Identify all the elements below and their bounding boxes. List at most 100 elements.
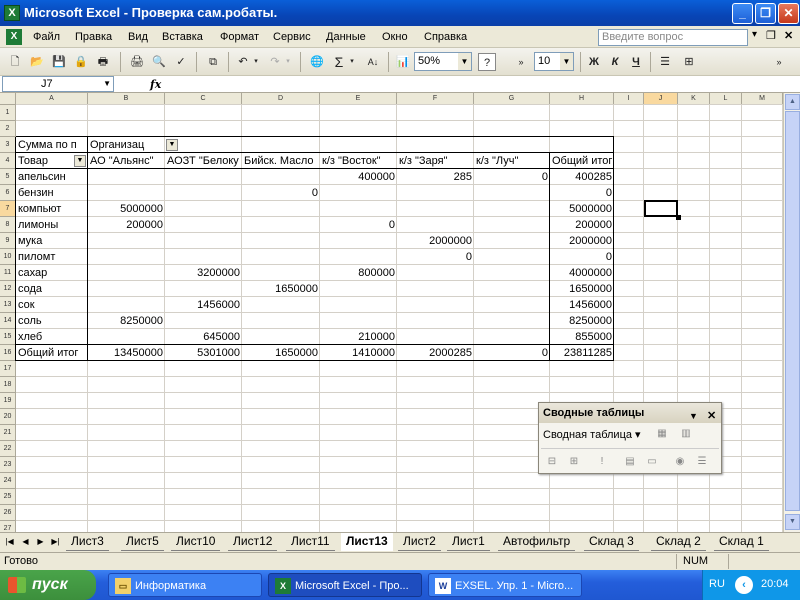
pivot-value-cell[interactable]: 800000 <box>320 265 397 281</box>
field-list-icon[interactable]: ☰ <box>693 453 711 471</box>
scroll-up-icon[interactable]: ▲ <box>785 94 800 110</box>
pivot-value-cell[interactable]: 5000000 <box>88 201 165 217</box>
print-preview-icon[interactable]: 🖶 <box>94 53 112 71</box>
name-box[interactable]: J7 ▼ <box>2 76 114 92</box>
undo-icon[interactable]: ↶ <box>234 53 252 71</box>
help-icon[interactable]: ? <box>478 53 496 71</box>
vertical-scrollbar[interactable]: ▲ ▼ <box>783 93 800 532</box>
collapse-tray-icon[interactable]: ‹ <box>735 576 753 594</box>
sheet-tab-2[interactable]: Лист5 <box>121 533 164 551</box>
pivot-row-label[interactable]: хлеб <box>16 329 88 345</box>
always-display-icon[interactable]: ▭ <box>643 453 661 471</box>
workbook-icon[interactable]: X <box>6 29 22 45</box>
row-header-14[interactable]: 14 <box>0 313 16 329</box>
grand-total-cell[interactable]: 13450000 <box>88 345 165 361</box>
save-icon[interactable]: 💾 <box>50 53 68 71</box>
task-informatika[interactable]: ▭ Информатика <box>108 573 262 597</box>
pivot-value-cell[interactable]: 1456000 <box>550 297 614 313</box>
pivot-value-cell[interactable]: 1456000 <box>165 297 242 313</box>
pivot-value-cell[interactable]: 0 <box>474 169 550 185</box>
pivot-column-header[interactable]: к/з "Заря" <box>397 153 474 169</box>
redo-icon[interactable]: ↷ <box>266 53 284 71</box>
row-header-24[interactable]: 24 <box>0 473 16 489</box>
pivot-column-header[interactable]: Общий итог <box>550 153 614 169</box>
row-header-2[interactable]: 2 <box>0 121 16 137</box>
row-header-23[interactable]: 23 <box>0 457 16 473</box>
row-header-25[interactable]: 25 <box>0 489 16 505</box>
chevron-down-icon[interactable]: ▼ <box>103 77 111 91</box>
hyperlink-icon[interactable]: 🌐 <box>308 53 326 71</box>
pivot-value-cell[interactable]: 0 <box>550 185 614 201</box>
row-header-16[interactable]: 16 <box>0 345 16 361</box>
excel-app-icon[interactable]: X <box>4 5 20 21</box>
chevron-down-icon[interactable]: ▼ <box>560 53 573 70</box>
align-left-icon[interactable]: ☰ <box>656 53 674 71</box>
row-header-7[interactable]: 7 <box>0 201 16 217</box>
pivot-value-cell[interactable]: 4000000 <box>550 265 614 281</box>
language-indicator[interactable]: RU <box>709 578 725 590</box>
pivot-row-label[interactable]: пиломт <box>16 249 88 265</box>
sort-ascending-icon[interactable]: A↓ <box>364 53 382 71</box>
close-button[interactable]: ✕ <box>778 3 799 24</box>
new-icon[interactable]: 🗋 <box>6 53 24 71</box>
pivot-value-cell[interactable]: 2000000 <box>397 233 474 249</box>
menu-insert[interactable]: Вставка <box>162 31 203 43</box>
sheet-tab-1[interactable]: Лист3 <box>66 533 109 551</box>
sheet-tab-9[interactable]: Автофильтр <box>498 533 576 551</box>
refresh-icon[interactable]: ! <box>593 453 611 471</box>
underline-button[interactable]: Ч <box>627 53 645 71</box>
pivot-column-field[interactable]: Организац <box>88 137 163 153</box>
pivot-value-cell[interactable]: 645000 <box>165 329 242 345</box>
row-header-1[interactable]: 1 <box>0 105 16 121</box>
undo-dropdown-icon[interactable]: ▾ <box>252 53 260 71</box>
fill-handle[interactable] <box>676 215 681 220</box>
task-word[interactable]: W EXSEL. Упр. 1 - Micro... <box>428 573 582 597</box>
show-detail-icon[interactable]: ⊞ <box>565 453 583 471</box>
pivot-row-label[interactable]: сок <box>16 297 88 313</box>
pivot-table-menu[interactable]: Сводная таблица ▾ <box>543 428 641 441</box>
pivot-column-header[interactable]: АОЗТ "Белоку <box>165 153 242 169</box>
select-all-corner[interactable] <box>0 93 16 105</box>
row-header-6[interactable]: 6 <box>0 185 16 201</box>
pivot-row-label[interactable]: сода <box>16 281 88 297</box>
row-header-3[interactable]: 3 <box>0 137 16 153</box>
row-header-11[interactable]: 11 <box>0 265 16 281</box>
format-report-icon[interactable]: ▦ <box>653 425 671 443</box>
minimize-button[interactable]: _ <box>732 3 753 24</box>
pivot-value-cell[interactable]: 1650000 <box>242 281 320 297</box>
row-header-13[interactable]: 13 <box>0 297 16 313</box>
row-header-12[interactable]: 12 <box>0 281 16 297</box>
sheet-tab-10[interactable]: Склад 3 <box>584 533 639 551</box>
prev-sheet-icon[interactable]: ◀ <box>20 536 31 548</box>
sheet-tab-3[interactable]: Лист10 <box>171 533 221 551</box>
pivot-value-cell[interactable]: 855000 <box>550 329 614 345</box>
toolbar-options-icon[interactable]: » <box>512 53 530 71</box>
pivot-row-label[interactable]: компьют <box>16 201 88 217</box>
chevron-down-icon[interactable]: ▼ <box>458 53 471 70</box>
start-button[interactable]: пуск <box>0 570 96 600</box>
bold-button[interactable]: Ж <box>585 53 603 71</box>
chart-wizard-icon[interactable]: ▥ <box>677 425 695 443</box>
doc-close-button[interactable]: ✕ <box>784 29 793 42</box>
hide-detail-icon[interactable]: ⊟ <box>543 453 561 471</box>
menu-view[interactable]: Вид <box>128 31 148 43</box>
pivot-data-field[interactable]: Сумма по п <box>16 137 88 153</box>
pivot-value-cell[interactable]: 0 <box>242 185 320 201</box>
pivot-value-cell[interactable]: 2000000 <box>550 233 614 249</box>
autosum-dropdown-icon[interactable]: ▾ <box>348 53 356 71</box>
pivot-value-cell[interactable]: 1650000 <box>550 281 614 297</box>
row-header-26[interactable]: 26 <box>0 505 16 521</box>
row-header-8[interactable]: 8 <box>0 217 16 233</box>
spelling-icon[interactable]: ✓ <box>172 53 190 71</box>
grand-total-cell[interactable]: 0 <box>474 345 550 361</box>
menu-edit[interactable]: Правка <box>75 31 112 43</box>
grand-total-label[interactable]: Общий итог <box>16 345 88 361</box>
doc-minimize-button[interactable]: ▾ <box>752 29 757 40</box>
pivot-row-label[interactable]: лимоны <box>16 217 88 233</box>
pivot-value-cell[interactable]: 0 <box>550 249 614 265</box>
italic-button[interactable]: К <box>606 53 624 71</box>
pivot-row-label[interactable]: бензин <box>16 185 88 201</box>
row-header-9[interactable]: 9 <box>0 233 16 249</box>
doc-restore-button[interactable]: ❐ <box>766 29 776 42</box>
open-icon[interactable]: 📂 <box>28 53 46 71</box>
